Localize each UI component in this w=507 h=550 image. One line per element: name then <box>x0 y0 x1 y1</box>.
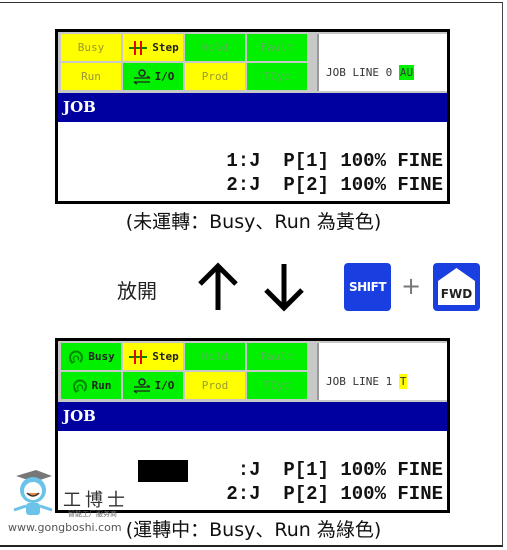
watermark-subtitle: 智能工厂服务商 <box>68 510 117 518</box>
shift-key-label: SHIFT <box>348 280 387 294</box>
line-number: 1 <box>226 150 238 172</box>
fwd-key-label: FWD <box>441 287 472 301</box>
arrow-up-icon <box>198 262 238 310</box>
status-tcyc-indicator: TCyc <box>247 372 307 399</box>
watermark: 工博士 智能工厂服务商 www.gongboshi.com <box>8 466 125 534</box>
release-label: 放開 <box>117 279 157 303</box>
mode-tag: AU <box>398 65 415 80</box>
io-icon <box>133 68 150 85</box>
status-fault-indicator: Fault <box>247 34 307 61</box>
line-text: :J P[1] 100% FINE <box>237 150 443 172</box>
step-icon <box>129 40 148 55</box>
status-label: Hold <box>201 350 229 363</box>
job-line-area: JOB LINE 1 T <box>317 343 447 400</box>
status-label: Hold <box>201 41 229 54</box>
status-label: Busy <box>88 350 115 363</box>
line-number: 1 <box>226 459 238 481</box>
status-label: Busy <box>77 41 105 54</box>
job-line-text: JOB LINE 1 <box>326 375 393 388</box>
status-busy-indicator: Busy <box>61 343 121 370</box>
mascot-icon <box>13 470 53 515</box>
status-label: TCyc <box>263 379 291 392</box>
caption-idle: (未運轉：Busy、Run 為黃色) <box>125 211 382 233</box>
status-hold-indicator: Hold <box>185 343 245 370</box>
status-step-indicator: Step <box>123 34 183 61</box>
status-prod-indicator: Prod <box>185 63 245 90</box>
status-prod-indicator: Prod <box>185 372 245 399</box>
status-hold-indicator: Hold <box>185 34 245 61</box>
program-line[interactable]: 1:J P[1] 100% FINE <box>226 150 443 172</box>
screen-title: JOB <box>58 93 447 122</box>
status-label: Prod <box>201 70 229 83</box>
status-io-indicator: I/O <box>123 372 183 399</box>
line-text: :J P[1] 100% FINE <box>237 459 443 481</box>
io-icon <box>133 377 150 394</box>
status-label: Run <box>81 70 101 83</box>
status-label: TCyc <box>263 70 291 83</box>
status-label: Step <box>152 350 179 363</box>
job-line-text: JOB LINE 0 <box>326 66 393 79</box>
status-label: I/O <box>154 379 175 392</box>
program-line-selected[interactable]: 1:J P[1] 100% FINE <box>226 459 443 481</box>
status-run-indicator: Run <box>61 63 121 90</box>
fwd-key[interactable]: FWD <box>433 263 480 311</box>
pendant-screen-idle: Busy Step Hold Fault Run I/O Prod TCyc JOB LINE… <box>55 29 450 204</box>
running-icon <box>69 350 84 364</box>
watermark-url: www.gongboshi.com <box>8 521 122 534</box>
plus-sign: + <box>401 272 422 300</box>
line-number: 2 <box>226 174 238 196</box>
step-icon <box>129 349 148 364</box>
mode-tag: T <box>398 374 408 389</box>
program-line[interactable]: 2:J P[2] 100% FINE <box>226 483 443 505</box>
status-label: Run <box>91 379 112 392</box>
screen-title: JOB <box>58 402 447 431</box>
fwd-key-shape-icon: FWD <box>438 268 475 305</box>
status-run-indicator: Run <box>61 372 121 399</box>
status-busy-indicator: Busy <box>61 34 121 61</box>
status-io-indicator: I/O <box>123 63 183 90</box>
status-tcyc-indicator: TCyc <box>247 63 307 90</box>
line-cursor <box>138 460 188 482</box>
program-lines: 1:J P[1] 100% FINE 2:J P[2] 100% FINE <box>58 122 447 201</box>
line-number: 2 <box>226 483 238 505</box>
status-label: I/O <box>154 70 175 83</box>
job-line-area: JOB LINE 0 AU <box>317 34 447 91</box>
running-icon <box>72 379 87 393</box>
line-text: :J P[2] 100% FINE <box>237 174 443 196</box>
status-label: Step <box>152 41 179 54</box>
status-label: Fault <box>260 41 294 54</box>
status-step-indicator: Step <box>123 343 183 370</box>
status-label: Prod <box>201 379 229 392</box>
line-text: :J P[2] 100% FINE <box>237 483 443 505</box>
status-fault-indicator: Fault <box>247 343 307 370</box>
status-label: Fault <box>260 350 294 363</box>
program-line[interactable]: 2:J P[2] 100% FINE <box>226 174 443 196</box>
arrow-down-icon <box>264 264 304 312</box>
shift-key[interactable]: SHIFT <box>344 263 391 311</box>
